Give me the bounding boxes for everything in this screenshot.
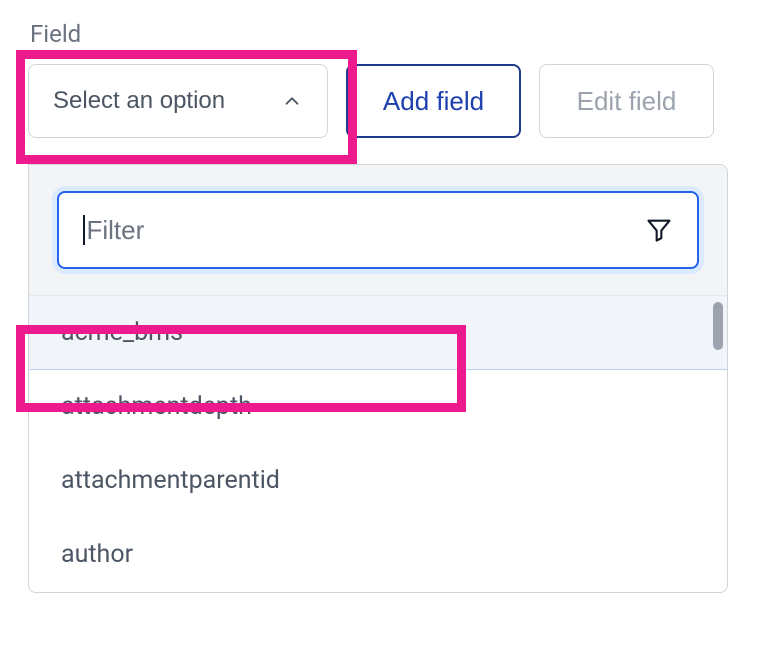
text-caret: [83, 215, 85, 245]
edit-field-button[interactable]: Edit field: [539, 64, 714, 138]
filter-icon: [645, 216, 673, 244]
option-item[interactable]: author: [29, 518, 727, 592]
filter-input-wrap[interactable]: [57, 191, 699, 269]
field-label: Field: [30, 20, 748, 48]
chevron-up-icon: [281, 90, 303, 112]
filter-input[interactable]: [87, 215, 646, 246]
option-item[interactable]: acme_bms: [29, 296, 727, 370]
dropdown-panel: acme_bms attachmentdepth attachmentparen…: [28, 164, 728, 593]
scrollbar-thumb[interactable]: [713, 302, 723, 350]
option-item[interactable]: attachmentdepth: [29, 370, 727, 444]
option-item[interactable]: attachmentparentid: [29, 444, 727, 518]
options-list: acme_bms attachmentdepth attachmentparen…: [29, 296, 727, 592]
select-wrapper: Select an option: [28, 64, 328, 138]
filter-section: [29, 165, 727, 296]
add-field-button[interactable]: Add field: [346, 64, 521, 138]
select-placeholder-text: Select an option: [53, 87, 225, 115]
field-select-dropdown[interactable]: Select an option: [28, 64, 328, 138]
controls-row: Select an option Add field Edit field: [28, 64, 748, 138]
